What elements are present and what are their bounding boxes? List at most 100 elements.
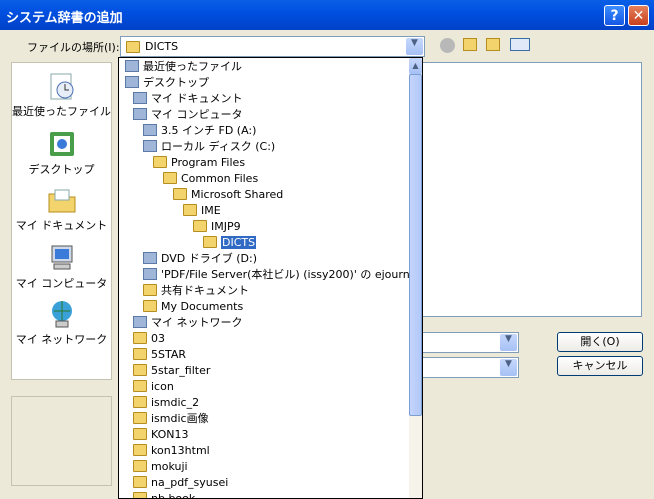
folder-icon <box>153 156 167 168</box>
dropdown-item-label: IMJP9 <box>211 220 241 233</box>
close-button[interactable]: ✕ <box>628 5 649 26</box>
recent-icon <box>47 71 77 101</box>
folder-icon <box>193 220 207 232</box>
folder-icon <box>133 492 147 498</box>
dropdown-item[interactable]: 'PDF/File Server(本社ビル) (issy200)' の ejou… <box>143 267 416 283</box>
dropdown-item[interactable]: IME <box>183 203 221 219</box>
back-icon[interactable] <box>440 38 455 53</box>
network-icon <box>47 299 77 329</box>
scroll-thumb[interactable] <box>409 74 422 416</box>
dropdown-item[interactable]: 3.5 インチ FD (A:) <box>143 123 256 139</box>
dropdown-item-label: kon13html <box>151 444 210 457</box>
dropdown-item[interactable]: IMJP9 <box>193 219 241 235</box>
dropdown-item[interactable]: マイ ドキュメント <box>133 91 243 107</box>
dropdown-item[interactable]: ismdic_2 <box>133 395 199 411</box>
dropdown-item-label: DVD ドライブ (D:) <box>161 252 258 265</box>
place-desktop[interactable]: デスクトップ <box>12 129 111 177</box>
place-label: マイ コンピュータ <box>15 277 108 290</box>
folder-icon <box>133 444 147 456</box>
dropdown-item[interactable]: Common Files <box>163 171 258 187</box>
dropdown-item[interactable]: kon13html <box>133 443 210 459</box>
dropdown-item-label: 最近使ったファイル <box>143 60 242 73</box>
dropdown-item[interactable]: 03 <box>133 331 165 347</box>
recent-icon <box>125 60 139 72</box>
my-documents-icon <box>47 185 77 215</box>
dropdown-item-label: 'PDF/File Server(本社ビル) (issy200)' の ejou… <box>161 268 417 281</box>
folder-icon <box>173 188 187 200</box>
floppy-icon <box>143 124 157 136</box>
up-folder-icon[interactable] <box>463 38 477 51</box>
dropdown-item[interactable]: マイ コンピュータ <box>133 107 243 123</box>
dropdown-item-label: IME <box>201 204 221 217</box>
dropdown-item[interactable]: DVD ドライブ (D:) <box>143 251 257 267</box>
folder-icon <box>133 412 147 424</box>
dropdown-item[interactable]: nb book <box>133 491 196 499</box>
disk-icon <box>143 140 157 152</box>
dropdown-item[interactable]: デスクトップ <box>125 75 209 91</box>
dropdown-item[interactable]: Microsoft Shared <box>173 187 283 203</box>
desktop-icon <box>125 76 139 88</box>
folder-icon <box>133 364 147 376</box>
dropdown-item[interactable]: mokuji <box>133 459 188 475</box>
open-button[interactable]: 開く(O) <box>557 332 643 352</box>
place-label: 最近使ったファイル <box>12 105 111 118</box>
dropdown-item-label: Program Files <box>171 156 246 169</box>
places-bottom-panel <box>11 396 112 486</box>
scroll-up-icon[interactable]: ▲ <box>409 58 422 74</box>
dropdown-item-label: マイ ネットワーク <box>151 316 243 329</box>
dropdown-item[interactable]: DICTS <box>203 235 257 251</box>
view-menu-icon[interactable] <box>510 38 530 51</box>
dropdown-item[interactable]: icon <box>133 379 174 395</box>
chevron-down-icon[interactable]: ▼ <box>500 359 517 376</box>
folder-icon <box>143 300 157 312</box>
help-button[interactable]: ? <box>604 5 625 26</box>
lookin-label: ファイルの場所(I): <box>27 41 120 54</box>
place-my-computer[interactable]: マイ コンピュータ <box>12 243 111 291</box>
dropdown-item[interactable]: My Documents <box>143 299 243 315</box>
place-recent[interactable]: 最近使ったファイル <box>12 71 111 119</box>
lookin-value: DICTS <box>145 40 179 53</box>
dropdown-item[interactable]: na_pdf_syusei <box>133 475 228 491</box>
my-computer-icon <box>133 108 147 120</box>
dropdown-item-label: 5STAR <box>151 348 187 361</box>
place-my-documents[interactable]: マイ ドキュメント <box>12 185 111 233</box>
folder-icon <box>133 348 147 360</box>
dropdown-item[interactable]: ローカル ディスク (C:) <box>143 139 275 155</box>
folder-icon <box>133 476 147 488</box>
dropdown-item[interactable]: Program Files <box>153 155 245 171</box>
dropdown-item-label: icon <box>151 380 174 393</box>
dropdown-item-label: nb book <box>151 492 196 499</box>
lookin-dropdown-list[interactable]: 最近使ったファイルデスクトップ マイ ドキュメントマイ コンピュータ 3.5 インチ… <box>118 57 423 499</box>
dropdown-item-label: ismdic画像 <box>151 412 209 425</box>
dropdown-item[interactable]: KON13 <box>133 427 189 443</box>
lookin-combobox[interactable]: DICTS ▼ <box>120 36 425 57</box>
dropdown-item[interactable]: 5STAR <box>133 347 186 363</box>
dropdown-item-label: ローカル ディスク (C:) <box>161 140 276 153</box>
place-my-network[interactable]: マイ ネットワーク <box>12 299 111 347</box>
dropdown-item-label: 03 <box>151 332 165 345</box>
title-bar[interactable]: システム辞書の追加 ? ✕ <box>0 0 654 30</box>
chevron-down-icon[interactable]: ▼ <box>500 334 517 351</box>
network-drive-icon <box>143 268 157 280</box>
dvd-icon <box>143 252 157 264</box>
folder-icon <box>133 396 147 408</box>
dropdown-item[interactable]: ismdic画像 <box>133 411 209 427</box>
filetype-select[interactable]: ▼ <box>420 357 519 378</box>
chevron-down-icon[interactable]: ▼ <box>406 38 423 55</box>
dropdown-item[interactable]: 共有ドキュメント <box>143 283 249 299</box>
dropdown-item-label: Microsoft Shared <box>191 188 284 201</box>
dropdown-item-label: 3.5 インチ FD (A:) <box>161 124 257 137</box>
folder-icon <box>183 204 197 216</box>
dropdown-item[interactable]: 最近使ったファイル <box>125 59 242 75</box>
new-folder-icon[interactable] <box>486 38 500 51</box>
dropdown-item-label: mokuji <box>151 460 188 473</box>
place-label: デスクトップ <box>28 163 95 176</box>
cancel-button[interactable]: キャンセル <box>557 356 643 376</box>
dropdown-item-label: na_pdf_syusei <box>151 476 229 489</box>
folder-icon <box>143 284 157 296</box>
dropdown-item-label: マイ ドキュメント <box>151 92 243 105</box>
filename-input[interactable]: ▼ <box>420 332 519 353</box>
dropdown-item-label: KON13 <box>151 428 189 441</box>
dropdown-item[interactable]: マイ ネットワーク <box>133 315 243 331</box>
dropdown-item[interactable]: 5star_filter <box>133 363 210 379</box>
